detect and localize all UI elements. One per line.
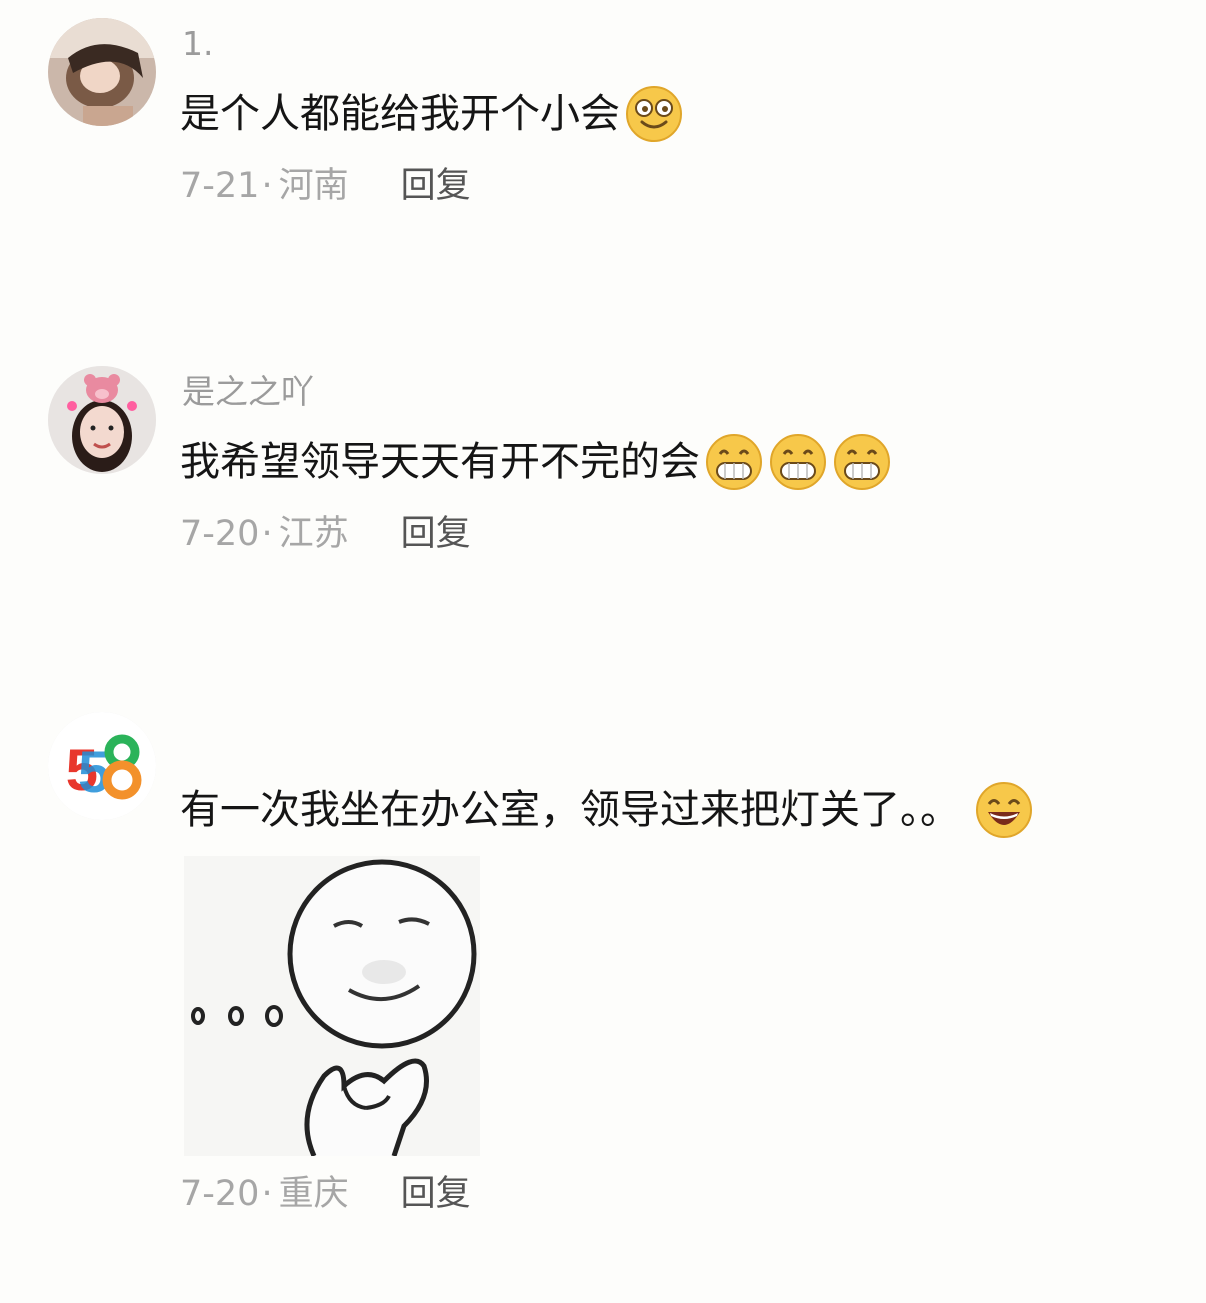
username[interactable]: 是之之吖 [182, 372, 314, 412]
reply-button[interactable]: 回复 [401, 512, 471, 556]
grin-emoji-icon [832, 432, 892, 492]
comment-text: 是个人都能给我开个小会 [180, 84, 684, 144]
comment-meta: 7-21 · 河南 回复 [180, 164, 471, 208]
58-logo-icon: 5 5 [48, 712, 156, 820]
comment-date: 7-21 [180, 166, 260, 206]
meta-separator: · [261, 514, 273, 554]
comment-text-content: 我希望领导天天有开不完的会 [180, 439, 700, 485]
dizzy-smile-emoji-icon [624, 84, 684, 144]
comment-text: 我希望领导天天有开不完的会 [180, 432, 892, 492]
thinking-meme-sticker[interactable] [184, 856, 480, 1156]
grin-emoji-icon [704, 432, 764, 492]
avatar-photo-icon [48, 366, 156, 474]
comment-meta: 7-20 · 重庆 回复 [180, 1172, 471, 1216]
thinking-meme-icon [184, 856, 480, 1156]
avatar-photo-icon [48, 18, 156, 126]
avatar[interactable] [48, 366, 156, 474]
comment-date: 7-20 [180, 514, 260, 554]
comment-text: 有一次我坐在办公室，领导过来把灯关了。。 [180, 780, 1034, 840]
meta-separator: · [261, 166, 273, 206]
reply-button[interactable]: 回复 [401, 164, 471, 208]
comment-region: 江苏 [278, 514, 349, 554]
avatar[interactable] [48, 18, 156, 126]
comment-region: 河南 [278, 166, 349, 206]
comment-text-content: 是个人都能给我开个小会 [180, 91, 620, 137]
grin-emoji-icon [768, 432, 828, 492]
comment-meta: 7-20 · 江苏 回复 [180, 512, 471, 556]
avatar[interactable]: 5 5 [48, 712, 156, 820]
meta-separator: · [261, 1174, 273, 1214]
username[interactable]: 1. [182, 24, 214, 64]
laughing-smile-emoji-icon [974, 780, 1034, 840]
reply-button[interactable]: 回复 [401, 1172, 471, 1216]
comment-region: 重庆 [278, 1174, 349, 1214]
comment-date: 7-20 [180, 1174, 260, 1214]
comment-text-content: 有一次我坐在办公室，领导过来把灯关了。。 [180, 787, 960, 833]
